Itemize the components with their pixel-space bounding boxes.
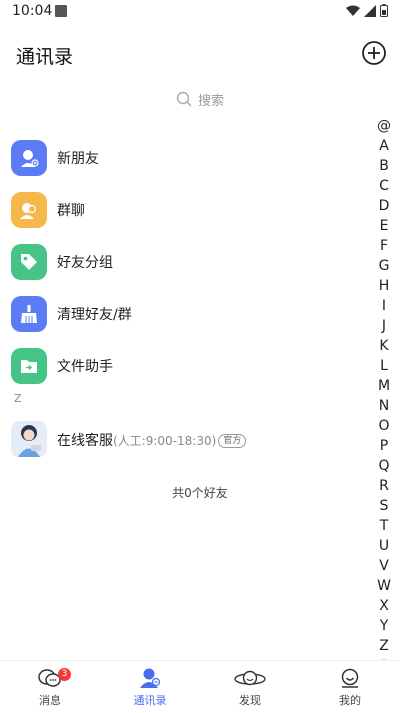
index-letter[interactable]: P [380,436,388,456]
index-letter[interactable]: H [379,276,390,296]
tab-contacts[interactable]: 通讯录 [100,661,200,713]
index-letter[interactable]: W [377,576,391,596]
friend-count: 共0个好友 [172,486,228,500]
entry-label: 文件助手 [57,359,113,375]
notification-icon [55,5,67,17]
index-letter[interactable]: I [382,296,386,316]
search-icon [176,91,192,107]
group-chat-icon [11,192,47,228]
status-icons [346,4,388,17]
tab-label: 我的 [339,694,361,707]
tab-messages[interactable]: 3 消息 [0,661,100,713]
folder-icon [11,348,47,384]
tab-me[interactable]: 我的 [300,661,400,713]
index-letter[interactable]: N [379,396,389,416]
entry-friend-groups[interactable]: 好友分组 [0,236,360,288]
index-letter[interactable]: K [379,336,388,356]
broom-icon [11,296,47,332]
index-letter[interactable]: Z [379,636,389,656]
entry-label: 清理好友/群 [57,307,132,323]
planet-icon [234,670,266,686]
entry-label: 新朋友 [57,151,99,167]
index-letter[interactable]: T [380,516,389,536]
index-letter[interactable]: X [379,596,389,616]
index-letter[interactable]: B [379,156,389,176]
entry-file-helper[interactable]: 文件助手 [0,340,360,392]
new-friend-icon [11,140,47,176]
customer-service-name-line: 在线客服(人工:9:00-18:30) 官方 [57,430,247,450]
index-letter[interactable]: V [379,556,389,576]
battery-icon [380,4,388,17]
tab-label: 发现 [239,694,261,707]
page-header: 通讯录 [0,30,400,76]
status-time: 10:04 [12,3,53,19]
index-letter[interactable]: F [380,236,388,256]
index-letter[interactable]: J [382,316,386,336]
index-letter[interactable]: G [379,256,390,276]
tab-label: 消息 [39,694,61,707]
entry-new-friend[interactable]: 新朋友 [0,132,360,184]
unread-badge: 3 [58,668,71,681]
tab-discover[interactable]: 发现 [200,661,300,713]
page-title: 通讯录 [16,46,74,68]
index-letter[interactable]: E [380,216,389,236]
bottom-tab-bar: 3 消息 通讯录 发现 我的 [0,660,400,713]
entry-label: 好友分组 [57,255,113,271]
index-letter[interactable]: S [380,496,389,516]
index-letter[interactable]: M [378,376,390,396]
signal-icon [364,4,376,17]
entry-cleanup[interactable]: 清理好友/群 [0,288,360,340]
section-header: Z [14,392,22,405]
add-button[interactable] [361,40,387,66]
index-letter[interactable]: U [379,536,389,556]
avatar [11,421,47,457]
index-letter[interactable]: @ [377,116,391,136]
index-letter[interactable]: L [380,356,388,376]
index-letter[interactable]: Q [378,456,389,476]
alphabet-index[interactable]: @ A B C D E F G H I J K L M N O P Q R S … [374,116,394,664]
index-letter[interactable]: R [379,476,389,496]
tag-icon [11,244,47,280]
index-letter[interactable]: D [379,196,390,216]
customer-service-name: 在线客服 [57,433,113,449]
official-badge: 官方 [218,434,247,448]
index-letter[interactable]: A [379,136,389,156]
status-bar: 10:04 [0,0,400,24]
index-letter[interactable]: O [378,416,389,436]
search-bar[interactable]: 搜索 [0,86,400,112]
index-letter[interactable]: C [379,176,389,196]
entry-label: 群聊 [57,203,85,219]
search-placeholder: 搜索 [197,93,224,109]
customer-service-row[interactable]: 在线客服(人工:9:00-18:30) 官方 [0,420,360,460]
smiley-icon [341,668,359,688]
entry-group-chat[interactable]: 群聊 [0,184,360,236]
customer-service-hours: (人工:9:00-18:30) [113,434,217,448]
contact-entries: 新朋友 群聊 好友分组 清理好友/群 文件助手 [0,132,360,392]
index-letter[interactable]: Y [380,616,389,636]
wifi-icon [346,5,360,16]
contacts-icon [140,668,161,688]
tab-label: 通讯录 [133,694,167,707]
